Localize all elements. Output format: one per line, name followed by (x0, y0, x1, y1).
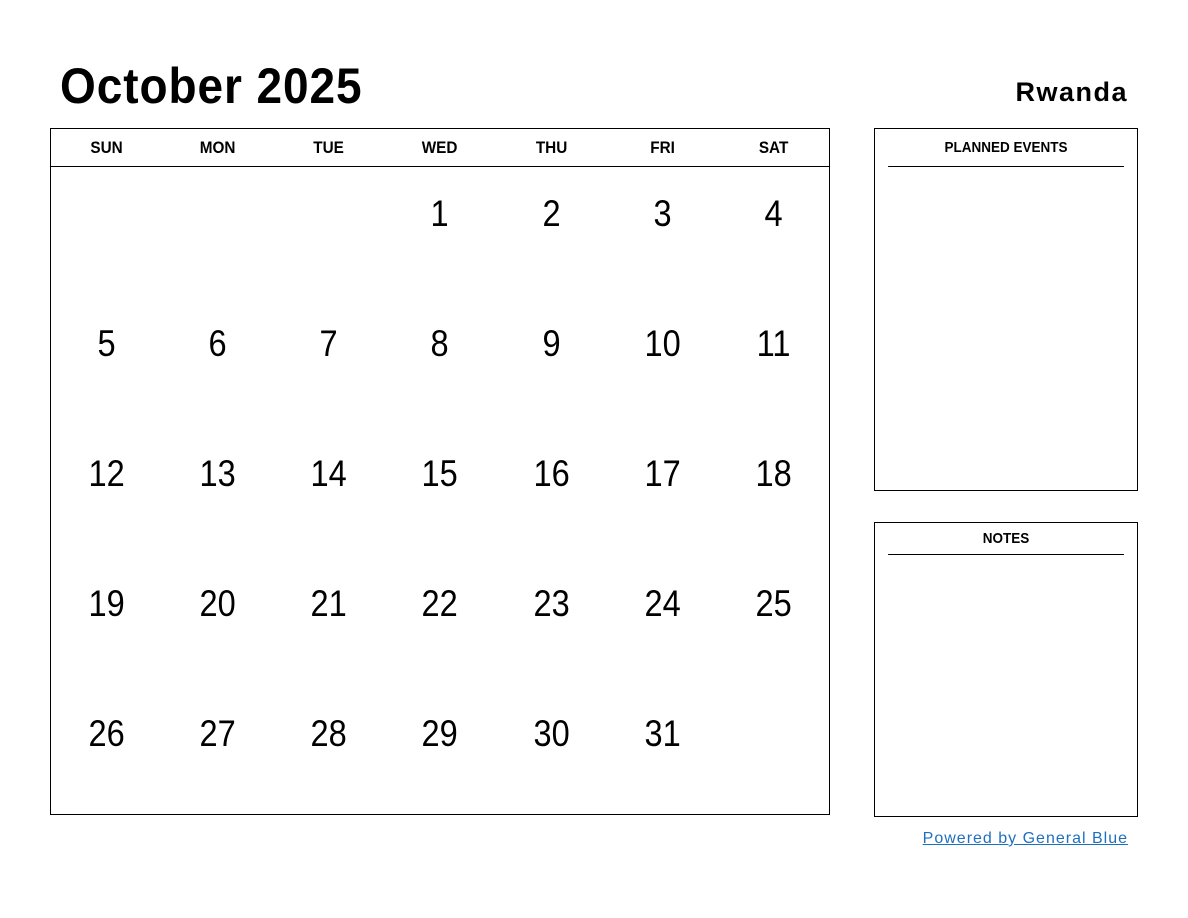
day-cell: 17 (644, 453, 681, 494)
day-cell: 6 (208, 323, 227, 364)
empty-day-cell (725, 687, 823, 817)
day-cell: 2 (542, 193, 561, 234)
powered-by-link[interactable]: Powered by General Blue (923, 830, 1128, 848)
day-cell: 24 (644, 583, 681, 624)
weekday-wed: WED (422, 138, 458, 157)
calendar-body: 1 2 3 4 5 6 7 8 9 10 11 12 13 14 15 16 17 18 19 20 21 22 23 24 2… (51, 167, 829, 817)
weekday-sat: SAT (758, 138, 789, 157)
day-cell: 19 (88, 583, 125, 624)
day-cell: 11 (756, 323, 791, 364)
day-cell: 12 (88, 453, 125, 494)
country-label: Rwanda (1015, 77, 1128, 107)
empty-day-cell (58, 167, 156, 297)
day-cell: 4 (764, 193, 783, 234)
day-cell: 23 (533, 583, 570, 624)
day-cell: 7 (319, 323, 338, 364)
calendar-grid: SUN MON TUE WED THU FRI SAT 1 2 3 4 5 6 7 8 9 10 1… (50, 128, 830, 815)
day-cell: 20 (199, 583, 236, 624)
day-cell: 5 (97, 323, 116, 364)
weekday-tue: TUE (313, 138, 345, 157)
empty-day-cell (280, 167, 378, 297)
planned-events-heading: PLANNED EVENTS (888, 129, 1124, 167)
day-cell: 1 (430, 193, 450, 234)
day-cell: 13 (199, 453, 236, 494)
weekday-header-row: SUN MON TUE WED THU FRI SAT (51, 129, 829, 167)
weekday-mon: MON (199, 138, 236, 157)
notes-heading: NOTES (888, 523, 1124, 555)
day-cell: 28 (310, 713, 347, 754)
day-cell: 22 (421, 583, 459, 624)
day-cell: 3 (653, 193, 672, 234)
day-cell: 31 (644, 713, 681, 754)
day-cell: 9 (542, 323, 561, 364)
day-cell: 29 (421, 713, 459, 754)
day-cell: 30 (533, 713, 570, 754)
page-title: October 2025 (60, 58, 363, 114)
day-cell: 14 (310, 453, 347, 494)
notes-panel: NOTES (874, 522, 1138, 817)
weekday-sun: SUN (90, 138, 123, 157)
day-cell: 8 (430, 323, 450, 364)
day-cell: 10 (644, 323, 681, 364)
day-cell: 21 (310, 583, 347, 624)
empty-day-cell (169, 167, 267, 297)
day-cell: 27 (199, 713, 236, 754)
day-cell: 15 (421, 453, 459, 494)
weekday-fri: FRI (649, 138, 675, 157)
day-cell: 16 (533, 453, 570, 494)
weekday-thu: THU (535, 138, 567, 157)
planned-events-panel: PLANNED EVENTS (874, 128, 1138, 491)
day-cell: 25 (755, 583, 792, 624)
day-cell: 26 (88, 713, 125, 754)
day-cell: 18 (755, 453, 792, 494)
